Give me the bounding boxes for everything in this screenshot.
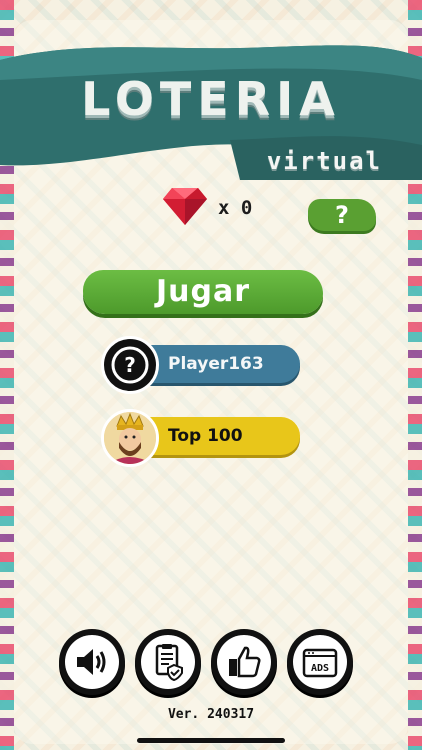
svg-text:?: ? — [124, 353, 136, 377]
player-name: Player163 — [168, 354, 264, 374]
play-button[interactable]: Jugar — [83, 270, 323, 314]
sound-button[interactable] — [59, 629, 125, 695]
version-label: Ver. 240317 — [167, 707, 255, 722]
unknown-user-icon: ? — [111, 346, 149, 384]
player-profile-button[interactable]: Player163 — [140, 345, 300, 383]
king-icon — [104, 412, 156, 464]
gem-icon — [162, 186, 208, 230]
player-avatar[interactable]: ? — [101, 336, 159, 394]
help-button[interactable]: ? — [308, 199, 376, 231]
sound-icon — [77, 649, 106, 675]
privacy-policy-icon — [155, 644, 183, 681]
remove-ads-button[interactable]: ADS — [287, 629, 353, 695]
king-avatar[interactable] — [101, 409, 159, 467]
privacy-policy-button[interactable] — [135, 629, 201, 695]
top-100-button[interactable]: Top 100 — [140, 417, 300, 455]
gem-count: x 0 — [218, 197, 253, 219]
home-indicator[interactable] — [137, 738, 285, 743]
rate-button[interactable] — [211, 629, 277, 695]
game-subtitle: virtual — [266, 147, 382, 175]
game-title: LOTERIA — [81, 72, 341, 126]
ads-icon: ADS — [302, 648, 338, 678]
ads-label: ADS — [311, 663, 329, 674]
gem-counter: x 0 — [162, 186, 252, 230]
like-icon — [229, 646, 261, 678]
bottom-toolbar: ADS — [59, 629, 353, 695]
top-100-label: Top 100 — [168, 426, 243, 446]
